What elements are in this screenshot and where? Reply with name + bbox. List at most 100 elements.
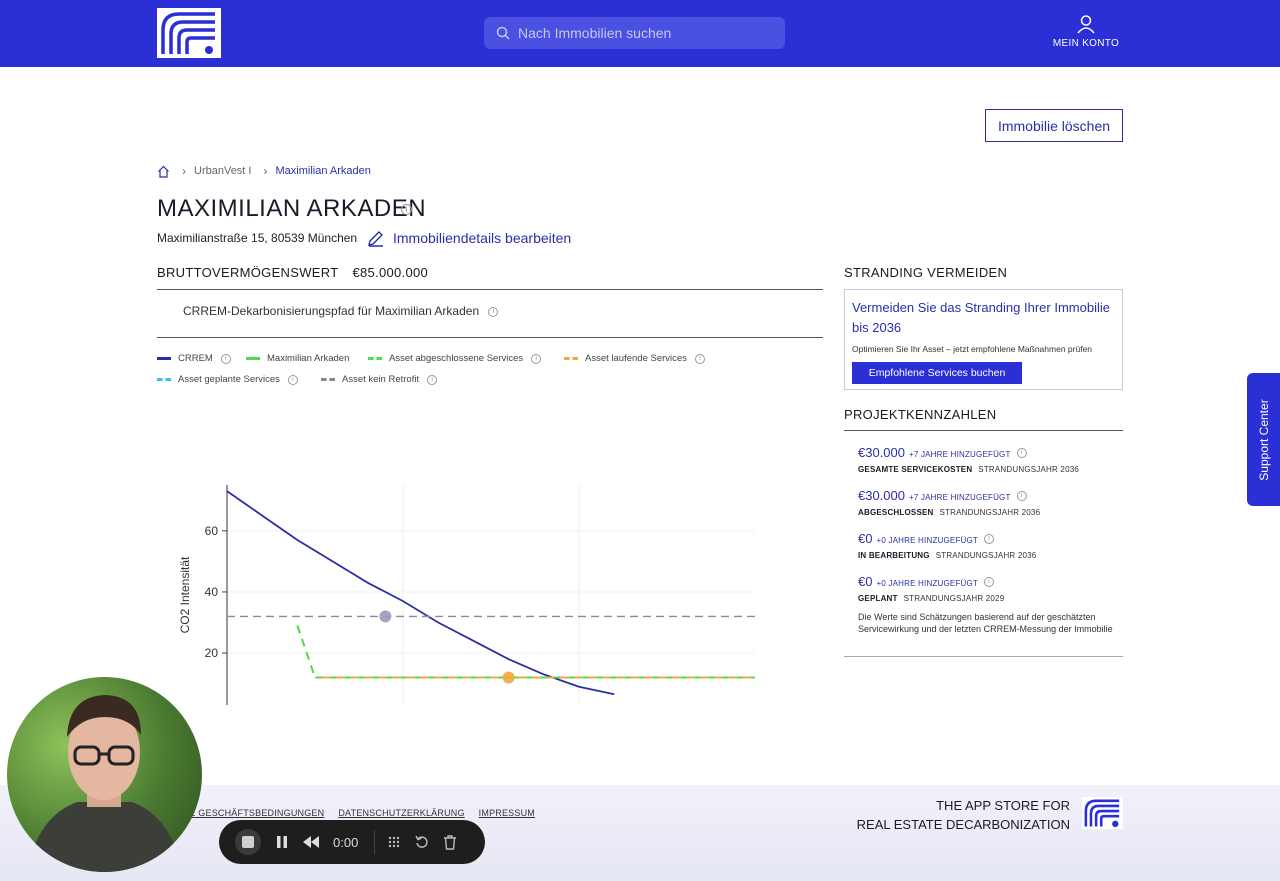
info-icon[interactable]: i xyxy=(984,576,995,587)
legend-item-completed[interactable]: Asset abgeschlossene Services i xyxy=(368,353,542,364)
account-button[interactable]: MEIN KONTO xyxy=(1046,14,1126,49)
legend-item-no-retrofit[interactable]: Asset kein Retrofit i xyxy=(321,374,438,385)
info-icon[interactable]: i xyxy=(287,374,298,385)
book-services-button[interactable]: Empfohlene Services buchen xyxy=(852,362,1022,384)
support-center-label: Support Center xyxy=(1256,398,1271,481)
kpi-stranding: STRANDUNGSJAHR 2036 xyxy=(939,508,1041,517)
pathway-title: CRREM-Dekarbonisierungspfad für Maximili… xyxy=(183,304,499,318)
home-icon[interactable] xyxy=(157,165,170,178)
kpi-stranding: STRANDUNGSJAHR 2029 xyxy=(903,594,1005,603)
breadcrumb: › UrbanVest I › Maximilian Arkaden xyxy=(157,164,371,178)
footer-links: INE GESCHÄFTSBEDINGUNGEN DATENSCHUTZERKL… xyxy=(180,808,535,818)
kpi-note: Die Werte sind Schätzungen basierend auf… xyxy=(858,612,1113,634)
trash-icon xyxy=(444,834,457,850)
brand-logo[interactable] xyxy=(157,8,221,58)
delete-property-button[interactable]: Immobilie löschen xyxy=(985,109,1123,142)
stop-icon xyxy=(235,829,261,855)
footer-tagline: THE APP STORE FOR REAL ESTATE DECARBONIZ… xyxy=(840,796,1070,834)
info-icon[interactable]: i xyxy=(401,204,412,215)
info-icon[interactable]: i xyxy=(488,306,499,317)
gross-asset-value: BRUTTOVERMÖGENSWERT €85.000.000 xyxy=(157,265,428,280)
webcam-avatar xyxy=(7,677,202,872)
account-label: MEIN KONTO xyxy=(1052,38,1120,49)
restart-button[interactable] xyxy=(415,835,429,849)
kpi-years: +0 JAHRE HINZUGEFÜGT xyxy=(876,579,979,588)
delete-recording-button[interactable] xyxy=(443,834,457,850)
kpi-completed: €30.000 +7 JAHRE HINZUGEFÜGT i ABGESCHLOSS… xyxy=(858,487,1040,517)
kpi-total: €30.000 +7 JAHRE HINZUGEFÜGT i GESAMTE SER… xyxy=(858,444,1079,474)
search-icon xyxy=(496,26,510,40)
footer-link-privacy[interactable]: DATENSCHUTZERKLÄRUNG xyxy=(338,808,464,818)
legend-label: Maximilian Arkaden xyxy=(267,353,350,364)
pathway-title-text: CRREM-Dekarbonisierungspfad für Maximili… xyxy=(183,304,480,318)
divider xyxy=(157,289,823,290)
rewind-button[interactable] xyxy=(303,836,319,848)
series-line-asset-abgeschlossene-services xyxy=(296,625,755,679)
pause-icon xyxy=(277,836,287,848)
legend-swatch xyxy=(157,357,171,360)
divider xyxy=(844,430,1123,431)
kpi-years: +7 JAHRE HINZUGEFÜGT xyxy=(909,493,1011,502)
breadcrumb-item-fund[interactable]: UrbanVest I xyxy=(194,165,251,177)
support-center-tab[interactable]: Support Center xyxy=(1247,373,1280,506)
legend-item-crrem[interactable]: CRREM i xyxy=(157,353,231,364)
chevron-right-icon: › xyxy=(182,164,186,178)
top-bar: Nach Immobilien suchen MEIN KONTO xyxy=(0,0,1280,67)
legend-label: CRREM xyxy=(178,353,213,364)
kpi-years: +0 JAHRE HINZUGEFÜGT xyxy=(876,536,979,545)
property-address: Maximilianstraße 15, 80539 München xyxy=(157,231,358,245)
legend-item-property[interactable]: Maximilian Arkaden xyxy=(246,353,349,364)
toolbar-divider xyxy=(374,830,376,854)
y-tick-label: 60 xyxy=(205,524,219,538)
grid-dots-icon xyxy=(389,836,400,848)
info-icon[interactable]: i xyxy=(427,374,438,385)
legend-item-ongoing[interactable]: Asset laufende Services i xyxy=(564,353,705,364)
legend-label: Asset laufende Services xyxy=(585,353,687,364)
divider xyxy=(157,337,823,338)
kpi-heading: PROJEKTKENNZAHLEN xyxy=(844,407,997,422)
chevron-right-icon: › xyxy=(263,164,268,178)
legend-swatch xyxy=(246,357,260,360)
stranding-heading: STRANDING VERMEIDEN xyxy=(844,265,1008,280)
legend-item-planned[interactable]: Asset geplante Services i xyxy=(157,374,298,385)
pencil-icon xyxy=(368,231,383,247)
kpi-amount: €30.000 xyxy=(858,488,905,503)
kpi-amount: €0 xyxy=(858,531,873,546)
pause-button[interactable] xyxy=(275,835,289,849)
legend-label: Asset kein Retrofit xyxy=(342,374,420,385)
search-input[interactable]: Nach Immobilien suchen xyxy=(484,17,785,49)
restart-icon xyxy=(415,835,428,848)
breadcrumb-item-property[interactable]: Maximilian Arkaden xyxy=(275,165,370,177)
legend-swatch xyxy=(564,357,578,360)
rewind-icon xyxy=(303,836,319,848)
legend-swatch xyxy=(368,357,382,360)
legend-swatch xyxy=(321,378,335,381)
user-icon xyxy=(1077,15,1095,34)
kpi-years: +7 JAHRE HINZUGEFÜGT xyxy=(909,450,1011,459)
gross-asset-amount: €85.000.000 xyxy=(352,265,429,280)
promo-subtitle: Optimieren Sie Ihr Asset – jetzt empfohl… xyxy=(852,344,1093,354)
gross-asset-label: BRUTTOVERMÖGENSWERT xyxy=(157,265,339,280)
grid-button[interactable] xyxy=(387,835,401,849)
co2-chart: 20 40 60 CO2 Intensität xyxy=(178,485,755,705)
info-icon[interactable]: i xyxy=(984,533,995,544)
info-icon[interactable]: i xyxy=(1016,490,1027,501)
search-placeholder: Nach Immobilien suchen xyxy=(518,25,672,41)
recording-time: 0:00 xyxy=(333,834,359,850)
y-tick-label: 40 xyxy=(205,585,219,599)
info-icon[interactable]: i xyxy=(694,353,705,364)
kpi-planned: €0 +0 JAHRE HINZUGEFÜGT i GEPLANT STRANDUNG… xyxy=(858,573,1004,603)
stop-button[interactable] xyxy=(235,829,261,855)
kpi-stranding: STRANDUNGSJAHR 2036 xyxy=(935,551,1037,560)
footer-link-imprint[interactable]: IMPRESSUM xyxy=(479,808,535,818)
kpi-stranding: STRANDUNGSJAHR 2036 xyxy=(978,465,1080,474)
info-icon[interactable]: i xyxy=(220,353,231,364)
info-icon[interactable]: i xyxy=(531,353,542,364)
kpi-label: GEPLANT xyxy=(858,594,898,603)
series-line-crrem xyxy=(226,490,615,696)
info-icon[interactable]: i xyxy=(1016,447,1027,458)
edit-property-link[interactable]: Immobiliendetails bearbeiten xyxy=(367,229,571,247)
tagline-line-1: THE APP STORE FOR xyxy=(936,798,1070,813)
data-point-marker xyxy=(379,610,392,623)
footer-link-terms[interactable]: INE GESCHÄFTSBEDINGUNGEN xyxy=(180,808,324,818)
